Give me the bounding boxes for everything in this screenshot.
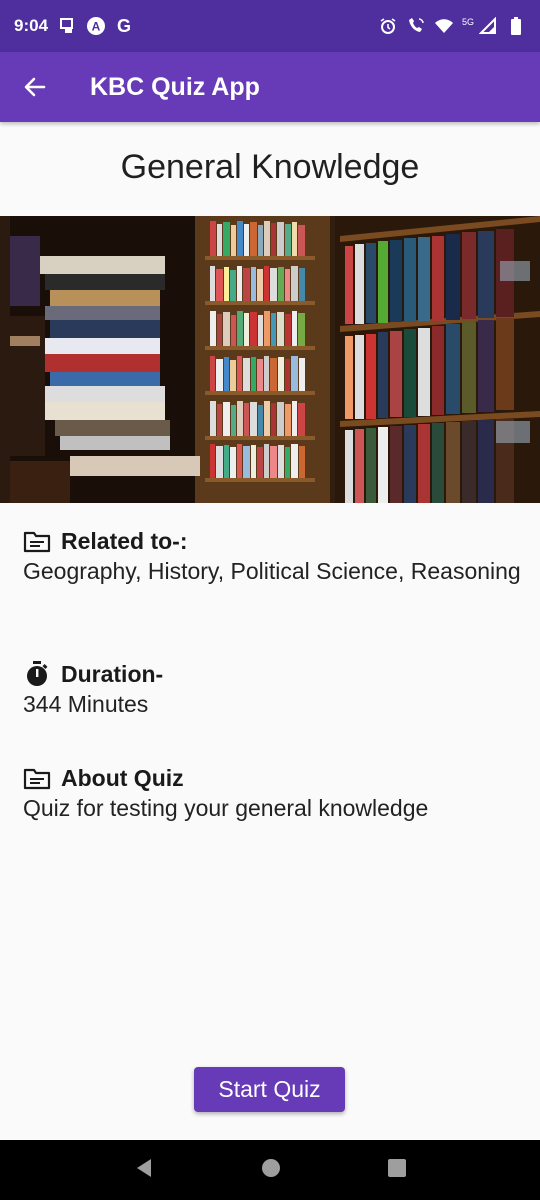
triangle-back-icon xyxy=(137,1158,151,1177)
timer-icon xyxy=(27,661,48,686)
related-section: Related to-: Geography, History, Politic… xyxy=(23,528,523,586)
app-title: KBC Quiz App xyxy=(90,72,260,101)
related-heading-row: Related to-: xyxy=(23,528,523,555)
wifi-call-icon xyxy=(406,16,426,36)
related-heading: Related to-: xyxy=(61,528,188,554)
status-bar: 9:04 A G 5G xyxy=(0,0,540,52)
duration-heading-row: Duration- xyxy=(23,660,523,688)
wifi-icon xyxy=(434,16,454,36)
nav-recents-button[interactable] xyxy=(387,1158,407,1183)
duration-section: Duration- 344 Minutes xyxy=(23,660,523,719)
google-icon: G xyxy=(114,16,134,36)
nav-back-button[interactable] xyxy=(133,1157,155,1184)
subject-icon xyxy=(23,768,51,789)
about-value: Quiz for testing your general knowledge xyxy=(23,795,429,821)
screen-mirror-icon xyxy=(58,16,78,36)
subject-icon xyxy=(23,531,51,552)
back-button[interactable] xyxy=(0,52,70,122)
svg-text:A: A xyxy=(92,20,101,34)
svg-text:G: G xyxy=(117,16,131,36)
about-heading-row: About Quiz xyxy=(23,765,523,792)
a-circle-icon: A xyxy=(86,16,106,36)
nav-home-button[interactable] xyxy=(261,1158,281,1183)
about-section: About Quiz Quiz for testing your general… xyxy=(23,765,523,823)
battery-icon xyxy=(506,16,526,36)
duration-value: 344 Minutes xyxy=(23,691,149,717)
duration-heading: Duration- xyxy=(61,660,164,687)
square-recents-icon xyxy=(388,1158,406,1177)
arrow-back-icon xyxy=(24,77,46,97)
circle-home-icon xyxy=(262,1158,280,1177)
app-bar: KBC Quiz App xyxy=(0,52,540,122)
signal-icon xyxy=(478,16,498,36)
related-value: Geography, History, Political Science, R… xyxy=(23,558,521,584)
network-type-label: 5G xyxy=(461,17,474,27)
quiz-cover-image xyxy=(0,216,540,503)
quiz-title: General Knowledge xyxy=(120,148,420,186)
system-nav-bar xyxy=(0,1140,540,1200)
start-quiz-button[interactable]: Start Quiz xyxy=(194,1067,345,1112)
about-heading: About Quiz xyxy=(61,765,184,791)
status-time: 9:04 xyxy=(14,16,49,35)
alarm-icon xyxy=(378,16,398,36)
